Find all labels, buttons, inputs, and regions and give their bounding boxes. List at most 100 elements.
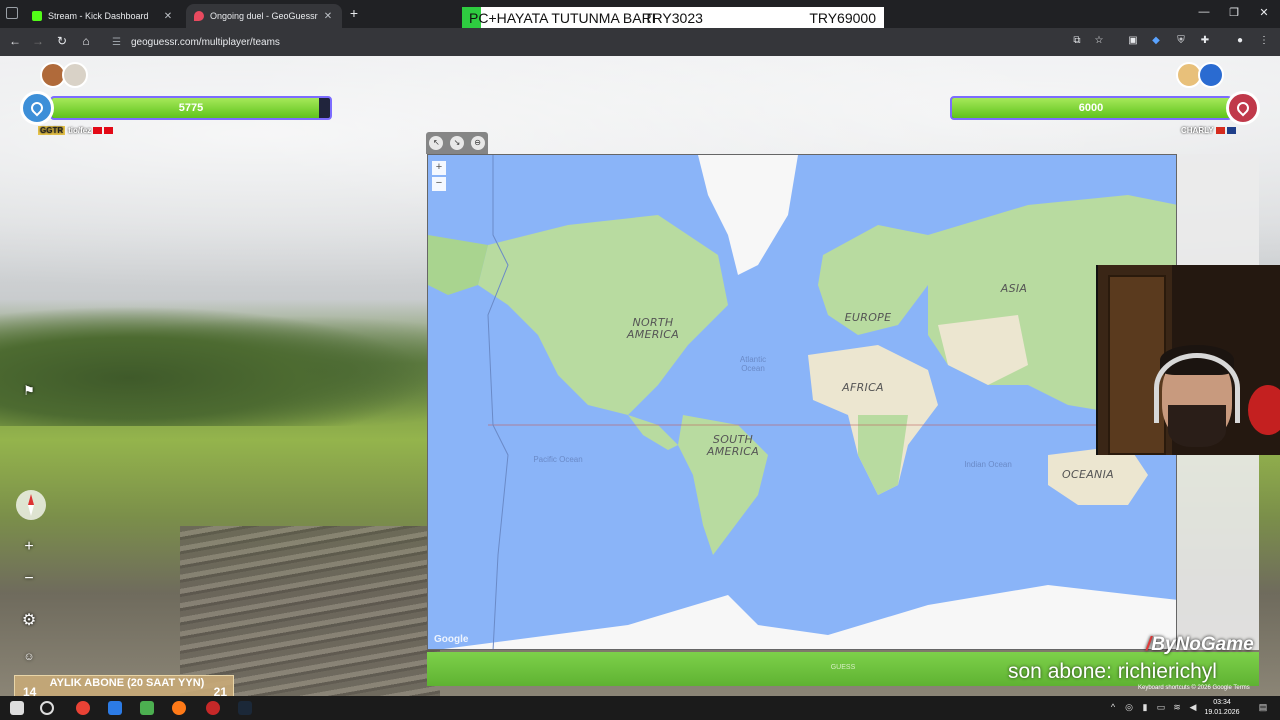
right-team-pin-icon [1226, 91, 1260, 125]
tab-list-icon[interactable] [6, 7, 18, 19]
forward-icon[interactable]: → [30, 34, 46, 48]
taskbar-clock[interactable]: 03:34 19.01.2026 [1200, 698, 1244, 718]
site-info-icon[interactable]: ☰ [112, 37, 121, 48]
steam-icon[interactable] [238, 701, 252, 715]
wifi-icon[interactable]: ≋ [1172, 702, 1182, 712]
avatar [1198, 62, 1224, 88]
label-north-america: NORTH AMERICA [626, 316, 680, 341]
label-atlantic-ocean: Atlantic Ocean [739, 355, 767, 373]
reload-icon[interactable]: ↻ [54, 34, 70, 48]
right-team-score: 6000 [1078, 102, 1104, 114]
map-pin-icon[interactable]: ⊖ [470, 136, 485, 150]
map-shrink-icon[interactable]: ↘ [449, 136, 464, 150]
brand-name: ByNoGame [1151, 634, 1254, 655]
new-tab-button[interactable]: + [346, 5, 362, 21]
install-icon[interactable]: ⧉ [1071, 35, 1083, 47]
pin-marker-icon [1234, 99, 1252, 117]
volume-icon[interactable]: ◀ [1188, 702, 1198, 712]
label-oceania: OCEANIA [1062, 468, 1114, 481]
settings-gear-icon[interactable]: ⚙ [16, 608, 42, 634]
zoom-out-button[interactable]: − [16, 566, 42, 592]
uk-flag-icon [1226, 127, 1236, 135]
map-zoom-in-button[interactable]: + [432, 161, 446, 175]
left-team-pin-icon [20, 91, 54, 125]
url-text: geoguessr.com/multiplayer/teams [130, 36, 280, 48]
map-size-controls: ↖ ↘ ⊖ [426, 132, 488, 154]
right-team-label: CHARLY [1181, 126, 1236, 135]
donation-goal-bar: PC+HAYATA TUTUNMA BARI TRY3023 TRY69000 [462, 7, 884, 29]
network-icon[interactable]: ▭ [1156, 702, 1166, 712]
players-icon[interactable]: ☺ [16, 644, 42, 670]
extensions-puzzle-icon[interactable]: ✚ [1199, 35, 1211, 47]
kick-favicon-icon [32, 11, 42, 21]
guess-map[interactable]: + − NORTH AMERICA SOUTH AMERICA EUROPE A… [427, 154, 1177, 650]
search-icon[interactable] [40, 701, 54, 715]
team-players: CHARLY [1181, 126, 1214, 135]
sub-goal-title: AYLIK ABONE (20 SAAT YYN) [49, 677, 205, 689]
turkey-flag-icon [93, 127, 103, 135]
label-africa: AFRICA [842, 381, 884, 394]
headset-icon [1154, 353, 1240, 423]
tree-line [0, 306, 430, 426]
notifications-icon[interactable]: ▤ [1258, 702, 1268, 712]
browser-tab-bar: Stream - Kick Dashboard ✕ Ongoing duel -… [0, 0, 1280, 29]
brand-logo: /ByNoGame [1146, 634, 1254, 656]
profile-icon[interactable]: ● [1234, 35, 1246, 47]
right-team-health-bar: 6000 [950, 96, 1232, 120]
report-icon[interactable]: ⚑ [16, 378, 42, 404]
canada-flag-icon [1215, 127, 1225, 135]
firefox-icon[interactable] [172, 701, 186, 715]
pin-marker-icon [28, 99, 46, 117]
chrome-icon[interactable] [76, 701, 90, 715]
extension-icon[interactable]: ◆ [1150, 35, 1162, 47]
team-tag: GGTR [38, 126, 66, 135]
browser-toolbar: ← → ↻ ⌂ ☰ geoguessr.com/multiplayer/team… [0, 28, 1280, 56]
tab-geoguessr[interactable]: Ongoing duel - GeoGuessr ✕ [186, 4, 342, 28]
compass-icon[interactable] [16, 490, 46, 520]
map-zoom-out-button[interactable]: − [432, 177, 446, 191]
turkey-flag-icon [104, 127, 114, 135]
left-team-avatars [40, 62, 88, 88]
map-attribution[interactable]: Keyboard shortcuts © 2026 Google Terms [1138, 685, 1250, 691]
app-icon[interactable] [140, 701, 154, 715]
streamer-webcam [1096, 265, 1280, 455]
start-icon[interactable] [10, 701, 24, 715]
donation-goal: TRY69000 [809, 10, 876, 26]
zoom-in-button[interactable]: + [16, 534, 42, 560]
close-tab-icon[interactable]: ✕ [322, 11, 334, 22]
label-south-america: SOUTH AMERICA [706, 433, 760, 458]
restore-icon[interactable]: ❐ [1227, 6, 1241, 19]
obs-icon[interactable] [206, 701, 220, 715]
label-pacific-ocean: Pacific Ocean [533, 455, 583, 464]
tab-kick-dashboard[interactable]: Stream - Kick Dashboard ✕ [24, 4, 182, 28]
tray-icon[interactable]: ◎ [1124, 702, 1134, 712]
shield-icon[interactable]: ⛨ [1175, 35, 1187, 47]
bookmark-star-icon[interactable]: ☆ [1093, 35, 1105, 47]
webcam-chair [1248, 385, 1280, 435]
central-america-shape [628, 415, 678, 450]
extension-icon[interactable]: ▣ [1127, 35, 1139, 47]
minimize-icon[interactable]: — [1197, 6, 1211, 18]
back-icon[interactable]: ← [7, 34, 23, 48]
google-logo: Google [434, 634, 469, 645]
close-tab-icon[interactable]: ✕ [162, 11, 174, 22]
team-players: tio/fez [68, 126, 92, 135]
avatar [62, 62, 88, 88]
tray-icon[interactable]: ▮ [1140, 702, 1150, 712]
menu-icon[interactable]: ⋮ [1258, 35, 1270, 47]
date-line [487, 155, 509, 649]
address-bar[interactable]: ☰ geoguessr.com/multiplayer/teams [104, 31, 1062, 53]
last-subscriber-text: son abone: richierichyl [1008, 660, 1217, 683]
tray-chevron-icon[interactable]: ^ [1108, 702, 1118, 712]
label-indian-ocean: Indian Ocean [964, 460, 1012, 469]
clock-date: 19.01.2026 [1204, 709, 1240, 716]
close-window-icon[interactable]: ✕ [1257, 6, 1271, 19]
clock-time: 03:34 [1213, 699, 1231, 706]
app-icon[interactable] [108, 701, 122, 715]
geoguessr-favicon-icon [194, 11, 204, 21]
map-expand-icon[interactable]: ↖ [429, 136, 444, 150]
home-icon[interactable]: ⌂ [78, 34, 94, 48]
stone-wall [180, 526, 440, 696]
antarctica-shape [443, 585, 1176, 649]
streetview-panorama[interactable]: 5775 GGTR tio/fez 6000 CHARLY ⚑ + − ⚙ ☺ ↖… [0, 56, 1280, 696]
